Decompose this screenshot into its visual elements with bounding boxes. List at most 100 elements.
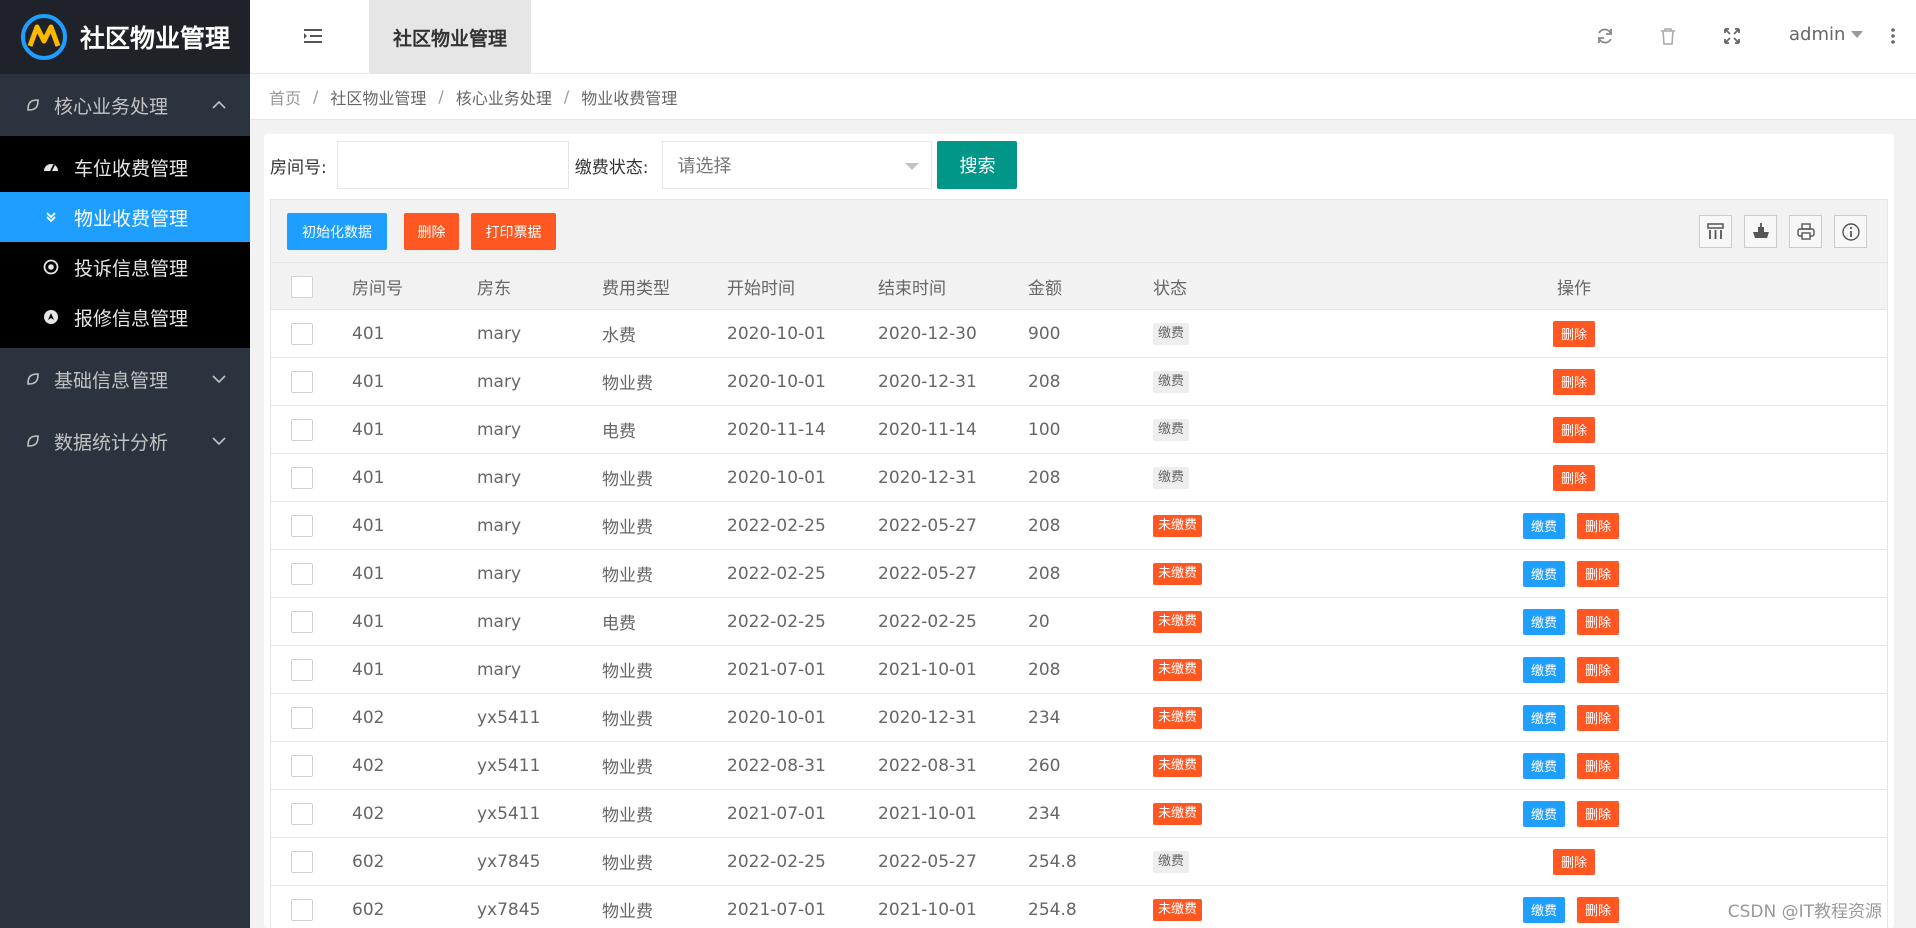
pay-button[interactable]: 缴费 xyxy=(1523,896,1565,923)
sidebar-item-parking-fee[interactable]: 车位收费管理 xyxy=(0,142,250,192)
row-checkbox[interactable] xyxy=(291,467,313,489)
table-row: 401 mary 电费 2022-02-25 2022-02-25 20 未缴费 缴费 删除 xyxy=(270,598,1888,646)
row-checkbox[interactable] xyxy=(291,563,313,585)
cell-amount: 208 xyxy=(1028,371,1061,392)
pay-button[interactable]: 缴费 xyxy=(1523,608,1565,635)
delete-row-button[interactable]: 删除 xyxy=(1577,656,1619,683)
row-checkbox[interactable] xyxy=(291,707,313,729)
table-row: 402 yx5411 物业费 2021-07-01 2021-10-01 234 未缴费 缴费… xyxy=(270,790,1888,838)
pay-button[interactable]: 缴费 xyxy=(1523,752,1565,779)
row-checkbox[interactable] xyxy=(291,419,313,441)
cell-actions: 删除 xyxy=(1553,358,1595,405)
cell-actions: 缴费 删除 xyxy=(1523,790,1619,837)
cell-room: 401 xyxy=(352,323,385,344)
delete-row-button[interactable]: 删除 xyxy=(1553,320,1595,347)
cell-end-date: 2021-10-01 xyxy=(878,659,977,680)
init-data-button[interactable]: 初始化数据 xyxy=(287,213,387,250)
print-icon[interactable] xyxy=(1789,215,1822,248)
delete-row-button[interactable]: 删除 xyxy=(1553,848,1595,875)
table-row: 401 mary 物业费 2022-02-25 2022-05-27 208 未缴费 缴费 删除 xyxy=(270,550,1888,598)
delete-row-button[interactable]: 删除 xyxy=(1553,464,1595,491)
more-vertical-icon[interactable] xyxy=(1882,25,1904,47)
row-checkbox[interactable] xyxy=(291,515,313,537)
delete-row-button[interactable]: 删除 xyxy=(1577,704,1619,731)
batch-delete-button[interactable]: 删除 xyxy=(404,213,459,250)
row-checkbox[interactable] xyxy=(291,803,313,825)
delete-row-button[interactable]: 删除 xyxy=(1553,416,1595,443)
table-row: 401 mary 物业费 2021-07-01 2021-10-01 208 未缴费 缴费 删除 xyxy=(270,646,1888,694)
nav-group-core[interactable]: 核心业务处理 xyxy=(0,74,250,136)
delete-row-button[interactable]: 删除 xyxy=(1577,896,1619,923)
delete-row-button[interactable]: 删除 xyxy=(1577,512,1619,539)
search-button[interactable]: 搜索 xyxy=(937,141,1018,189)
cell-actions: 删除 xyxy=(1553,454,1595,501)
row-checkbox[interactable] xyxy=(291,611,313,633)
refresh-icon[interactable] xyxy=(1594,25,1616,47)
status-badge: 缴费 xyxy=(1153,418,1190,441)
cell-type: 物业费 xyxy=(602,902,653,922)
status-badge: 缴费 xyxy=(1153,322,1190,345)
delete-row-button[interactable]: 删除 xyxy=(1553,368,1595,395)
export-icon[interactable] xyxy=(1744,215,1777,248)
row-checkbox[interactable] xyxy=(291,755,313,777)
cell-start-date: 2020-10-01 xyxy=(727,467,826,488)
payment-status-select[interactable]: 请选择 xyxy=(662,141,933,189)
delete-row-button[interactable]: 删除 xyxy=(1577,800,1619,827)
table-row: 401 mary 物业费 2020-10-01 2020-12-31 208 缴费 删除 xyxy=(270,454,1888,502)
cell-end-date: 2022-05-27 xyxy=(878,563,977,584)
cell-type: 物业费 xyxy=(602,518,653,538)
status-badge: 未缴费 xyxy=(1153,562,1203,585)
breadcrumb-home[interactable]: 首页 xyxy=(269,85,301,109)
fullscreen-icon[interactable] xyxy=(1721,25,1743,47)
delete-row-button[interactable]: 删除 xyxy=(1577,560,1619,587)
delete-row-button[interactable]: 删除 xyxy=(1577,608,1619,635)
status-badge: 缴费 xyxy=(1153,850,1190,873)
print-receipt-button[interactable]: 打印票据 xyxy=(471,213,556,250)
user-menu[interactable]: admin xyxy=(1789,24,1864,45)
column-header-room: 房间号 xyxy=(352,278,403,299)
row-checkbox[interactable] xyxy=(291,899,313,921)
pay-button[interactable]: 缴费 xyxy=(1523,704,1565,731)
sidebar-item-complaint[interactable]: 投诉信息管理 xyxy=(0,242,250,292)
sidebar-item-label: 车位收费管理 xyxy=(74,157,189,180)
cell-room: 602 xyxy=(352,851,385,872)
breadcrumb-item[interactable]: 核心业务处理 xyxy=(456,85,552,109)
caret-down-icon xyxy=(905,163,920,170)
pay-button[interactable]: 缴费 xyxy=(1523,800,1565,827)
column-header-owner: 房东 xyxy=(477,278,511,299)
caret-down-icon xyxy=(1851,31,1864,38)
status-badge: 未缴费 xyxy=(1153,610,1203,633)
row-checkbox[interactable] xyxy=(291,851,313,873)
row-checkbox[interactable] xyxy=(291,659,313,681)
cell-end-date: 2022-02-25 xyxy=(878,611,977,632)
select-all-checkbox[interactable] xyxy=(291,276,313,298)
header-tab[interactable]: 社区物业管理 xyxy=(369,0,531,74)
pay-button[interactable]: 缴费 xyxy=(1523,560,1565,587)
sidebar-item-repair[interactable]: 报修信息管理 xyxy=(0,292,250,342)
row-checkbox[interactable] xyxy=(291,323,313,345)
table-body: 401 mary 水费 2020-10-01 2020-12-30 900 缴费 删除 401 m… xyxy=(270,310,1888,928)
columns-icon[interactable] xyxy=(1699,215,1732,248)
cell-type: 物业费 xyxy=(602,854,653,874)
pay-button[interactable]: 缴费 xyxy=(1523,656,1565,683)
status-badge: 未缴费 xyxy=(1153,514,1203,537)
row-checkbox[interactable] xyxy=(291,371,313,393)
breadcrumb-item[interactable]: 社区物业管理 xyxy=(330,85,426,109)
nav-group-basic-info[interactable]: 基础信息管理 xyxy=(0,348,250,410)
cell-owner: mary xyxy=(477,515,522,536)
select-placeholder: 请选择 xyxy=(677,156,732,177)
delete-row-button[interactable]: 删除 xyxy=(1577,752,1619,779)
cell-end-date: 2020-12-30 xyxy=(878,323,977,344)
trash-icon[interactable] xyxy=(1657,25,1679,47)
cell-amount: 208 xyxy=(1028,659,1061,680)
pay-button[interactable]: 缴费 xyxy=(1523,512,1565,539)
menu-toggle-icon[interactable] xyxy=(302,25,326,49)
info-icon[interactable] xyxy=(1834,215,1867,248)
sidebar-item-property-fee[interactable]: 物业收费管理 xyxy=(0,192,250,242)
cell-actions: 删除 xyxy=(1553,310,1595,357)
room-number-input[interactable] xyxy=(336,141,569,189)
nav-group-statistics[interactable]: 数据统计分析 xyxy=(0,410,250,472)
payment-status-label: 缴费状态: xyxy=(574,157,649,178)
nav-submenu: 车位收费管理 物业收费管理 投诉信息管理 报修信息管理 xyxy=(0,136,250,348)
table-row: 402 yx5411 物业费 2022-08-31 2022-08-31 260 未缴费 缴费… xyxy=(270,742,1888,790)
